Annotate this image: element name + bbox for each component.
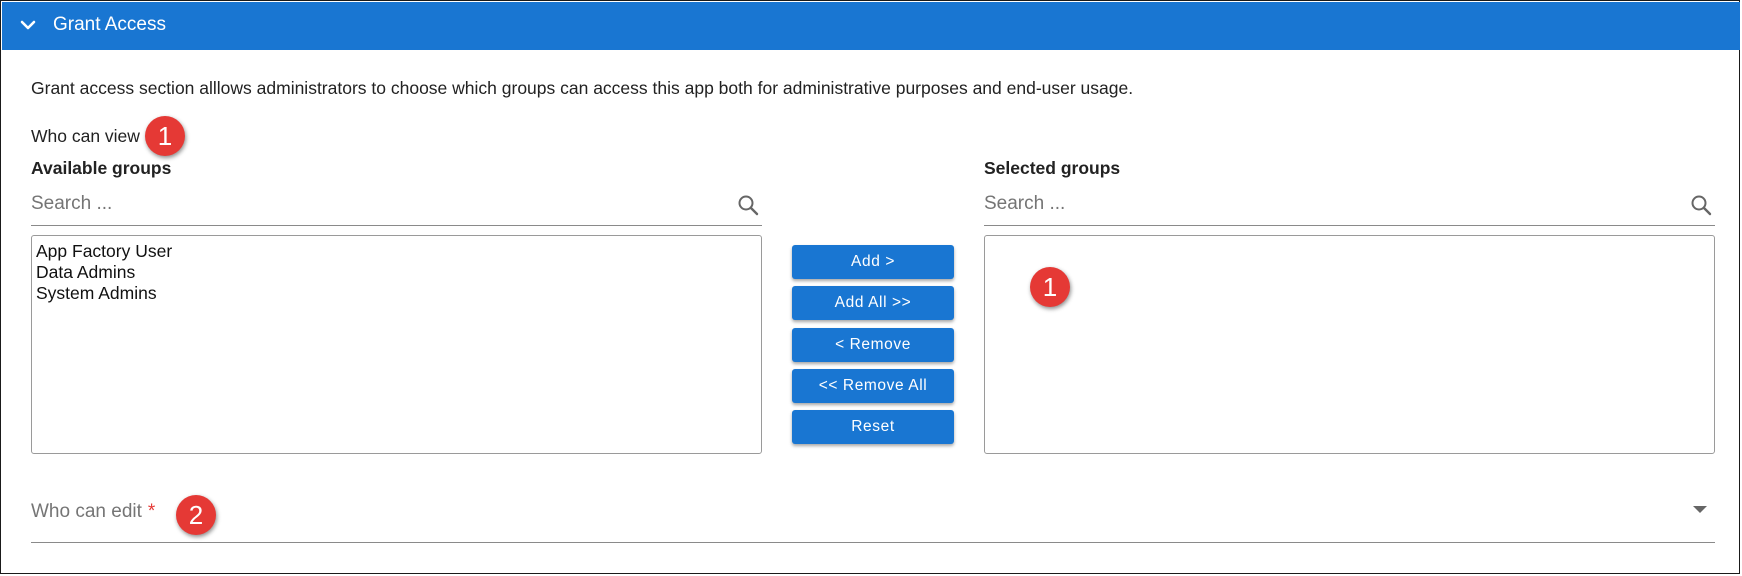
- annotation-badge-1: 1: [145, 116, 185, 156]
- add-all-button[interactable]: Add All >>: [792, 286, 954, 320]
- available-groups-title: Available groups: [31, 158, 172, 178]
- selected-groups-list[interactable]: [984, 235, 1715, 454]
- selected-search: [984, 185, 1715, 226]
- add-button[interactable]: Add >: [792, 245, 954, 279]
- remove-all-button[interactable]: << Remove All: [792, 369, 954, 403]
- remove-button[interactable]: < Remove: [792, 328, 954, 362]
- annotation-badge-2: 2: [176, 495, 216, 535]
- available-search-input[interactable]: [31, 185, 722, 223]
- list-item[interactable]: App Factory User: [36, 241, 757, 262]
- section-description: Grant access section alllows administrat…: [31, 78, 1134, 98]
- list-item[interactable]: System Admins: [36, 283, 757, 304]
- who-can-edit-select[interactable]: Who can edit *: [31, 490, 1715, 543]
- list-item[interactable]: Data Admins: [36, 262, 757, 283]
- who-can-edit-label: Who can edit *: [31, 501, 156, 522]
- chevron-down-icon[interactable]: [18, 15, 38, 35]
- available-groups-list[interactable]: App Factory User Data Admins System Admi…: [31, 235, 762, 454]
- section-title: Grant Access: [53, 14, 166, 35]
- search-icon[interactable]: [736, 193, 760, 217]
- required-marker: *: [147, 501, 156, 522]
- selected-search-input[interactable]: [984, 185, 1675, 223]
- who-can-view-label: Who can view: [31, 126, 140, 146]
- reset-button[interactable]: Reset: [792, 410, 954, 444]
- available-search: [31, 185, 762, 226]
- section-header[interactable]: Grant Access: [2, 2, 1740, 50]
- selected-groups-title: Selected groups: [984, 158, 1121, 178]
- dropdown-arrow-icon[interactable]: [1693, 506, 1707, 513]
- search-icon[interactable]: [1689, 193, 1713, 217]
- annotation-badge-1: 1: [1030, 267, 1070, 307]
